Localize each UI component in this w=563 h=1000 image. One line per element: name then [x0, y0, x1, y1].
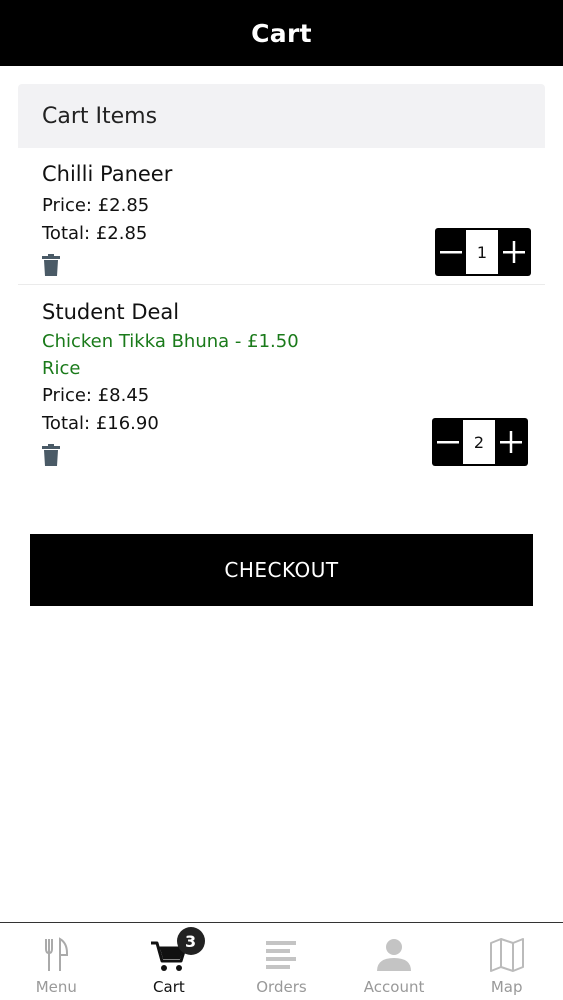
tab-label: Account — [363, 978, 425, 996]
plus-icon — [499, 431, 522, 453]
item-total: Total: £16.90 — [42, 413, 159, 434]
cart-items-heading: Cart Items — [42, 103, 158, 129]
plus-icon — [502, 241, 525, 263]
user-icon — [377, 939, 412, 971]
cart-count-badge: 3 — [176, 927, 205, 955]
tab-label: Cart — [153, 978, 185, 996]
tab-label: Map — [490, 978, 523, 996]
tab-orders[interactable]: Orders — [225, 923, 338, 1000]
checkout-label: CHECKOUT — [224, 558, 339, 582]
increment-button[interactable] — [495, 418, 526, 466]
app-header: Cart — [0, 0, 563, 66]
trash-icon[interactable] — [42, 254, 60, 276]
item-price: Price: £8.45 — [42, 385, 150, 406]
minus-icon — [439, 251, 462, 254]
item-total: Total: £2.85 — [42, 223, 148, 244]
quantity-value: 2 — [463, 420, 495, 464]
cart-items-card: Cart Items Chilli Paneer Price: £2.85 To… — [18, 84, 545, 494]
decrement-button[interactable] — [435, 228, 466, 276]
map-icon — [489, 938, 524, 972]
quantity-stepper[interactable]: 2 — [432, 418, 528, 466]
decrement-button[interactable] — [432, 418, 463, 466]
cart-item: Chilli Paneer Price: £2.85 Total: £2.85 … — [18, 148, 545, 285]
minus-icon — [436, 441, 459, 444]
cutlery-icon — [45, 937, 69, 971]
bottom-tab-bar: Menu 3 Cart Orders Account Map — [0, 922, 563, 1000]
trash-icon[interactable] — [42, 444, 60, 466]
item-price: Price: £2.85 — [42, 195, 150, 216]
tab-account[interactable]: Account — [338, 923, 451, 1000]
tab-map[interactable]: Map — [450, 923, 563, 1000]
tab-label: Orders — [256, 978, 307, 996]
item-name: Chilli Paneer — [42, 162, 173, 186]
tab-cart[interactable]: 3 Cart — [113, 923, 226, 1000]
item-option: Chicken Tikka Bhuna - £1.50 — [42, 331, 299, 352]
tab-label: Menu — [35, 978, 77, 996]
tab-menu[interactable]: Menu — [0, 923, 113, 1000]
checkout-button[interactable]: CHECKOUT — [30, 534, 533, 606]
increment-button[interactable] — [498, 228, 529, 276]
quantity-stepper[interactable]: 1 — [435, 228, 531, 276]
page-title: Cart — [251, 18, 312, 48]
cart-item: Student Deal Chicken Tikka Bhuna - £1.50… — [18, 286, 545, 494]
cart-items-header: Cart Items — [18, 84, 545, 148]
list-icon — [266, 941, 297, 969]
item-option: Rice — [42, 358, 81, 379]
quantity-value: 1 — [466, 230, 498, 274]
item-name: Student Deal — [42, 300, 180, 324]
